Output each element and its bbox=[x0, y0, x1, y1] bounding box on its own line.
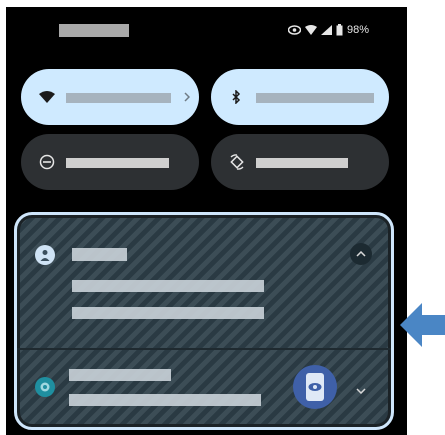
battery-icon bbox=[336, 24, 343, 36]
status-time-placeholder bbox=[59, 24, 129, 37]
phone-screen: 98% bbox=[6, 7, 407, 435]
auto-rotate-label-placeholder bbox=[256, 158, 348, 168]
notification-item-1[interactable] bbox=[17, 215, 391, 348]
do-not-disturb-icon bbox=[37, 134, 57, 190]
internet-tile-label-placeholder bbox=[66, 93, 171, 103]
bluetooth-tile-label-placeholder bbox=[256, 93, 374, 103]
auto-rotate-icon bbox=[227, 134, 247, 190]
wifi-icon bbox=[305, 25, 317, 35]
pointer-arrow-icon bbox=[400, 303, 445, 347]
notification-stack bbox=[14, 212, 394, 430]
bluetooth-tile[interactable] bbox=[211, 69, 389, 125]
account-icon bbox=[35, 245, 55, 265]
notification-title-placeholder bbox=[69, 369, 171, 381]
internet-tile[interactable] bbox=[21, 69, 199, 125]
eye-icon bbox=[288, 25, 301, 35]
app-icon bbox=[35, 377, 55, 397]
notification-text-line-1 bbox=[69, 394, 261, 406]
auto-rotate-tile[interactable] bbox=[211, 134, 389, 190]
do-not-disturb-label-placeholder bbox=[66, 158, 169, 168]
signal-icon bbox=[321, 25, 332, 35]
battery-percent: 98% bbox=[347, 24, 370, 36]
status-bar: 98% bbox=[6, 7, 407, 51]
do-not-disturb-tile[interactable] bbox=[21, 134, 199, 190]
wifi-icon bbox=[37, 69, 57, 125]
chevron-right-icon bbox=[184, 69, 190, 125]
phone-app-icon bbox=[293, 365, 337, 409]
notification-title-placeholder bbox=[72, 248, 127, 261]
notification-text-line-2 bbox=[72, 307, 264, 319]
notification-text-line-1 bbox=[72, 280, 264, 292]
chevron-up-icon[interactable] bbox=[350, 243, 372, 265]
status-icons: 98% bbox=[288, 21, 369, 39]
bluetooth-icon bbox=[229, 69, 243, 125]
chevron-down-icon[interactable] bbox=[353, 383, 369, 399]
